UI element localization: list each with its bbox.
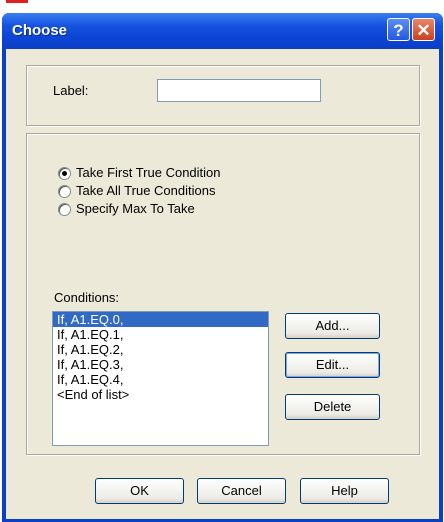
dialog-window: Choose ? ✕ Label: Take First True Condit…: [2, 13, 443, 522]
list-item[interactable]: If, A1.EQ.3,: [53, 357, 268, 372]
list-item[interactable]: If, A1.EQ.1,: [53, 327, 268, 342]
red-marker: [6, 0, 28, 3]
cancel-button[interactable]: Cancel: [197, 478, 286, 504]
help-button[interactable]: Help: [300, 478, 389, 504]
label-input[interactable]: [157, 79, 321, 102]
list-item[interactable]: If, A1.EQ.4,: [53, 372, 268, 387]
list-item[interactable]: If, A1.EQ.2,: [53, 342, 268, 357]
radio-button[interactable]: [58, 203, 71, 216]
radio-label: Take First True Condition: [76, 165, 221, 180]
conditions-label: Conditions:: [54, 290, 120, 305]
list-item[interactable]: <End of list>: [53, 387, 268, 402]
window-title: Choose: [12, 22, 68, 39]
label-caption: Label:: [53, 83, 89, 98]
radio-label: Specify Max To Take: [76, 201, 195, 216]
edit-button[interactable]: Edit...: [285, 352, 380, 378]
add-button[interactable]: Add...: [285, 313, 380, 339]
radio-label: Take All True Conditions: [76, 183, 216, 198]
title-bar[interactable]: Choose ? ✕: [2, 13, 443, 49]
conditions-listbox[interactable]: If, A1.EQ.0, If, A1.EQ.1, If, A1.EQ.2, I…: [52, 311, 269, 446]
help-icon[interactable]: ?: [387, 18, 410, 41]
dialog-body: Label: Take First True Condition Take Al…: [6, 49, 439, 519]
list-item[interactable]: If, A1.EQ.0,: [53, 312, 268, 327]
radio-button[interactable]: [58, 185, 71, 198]
delete-button[interactable]: Delete: [285, 394, 380, 420]
radio-button-checked[interactable]: [58, 167, 71, 180]
ok-button[interactable]: OK: [95, 478, 184, 504]
close-icon[interactable]: ✕: [412, 18, 435, 41]
